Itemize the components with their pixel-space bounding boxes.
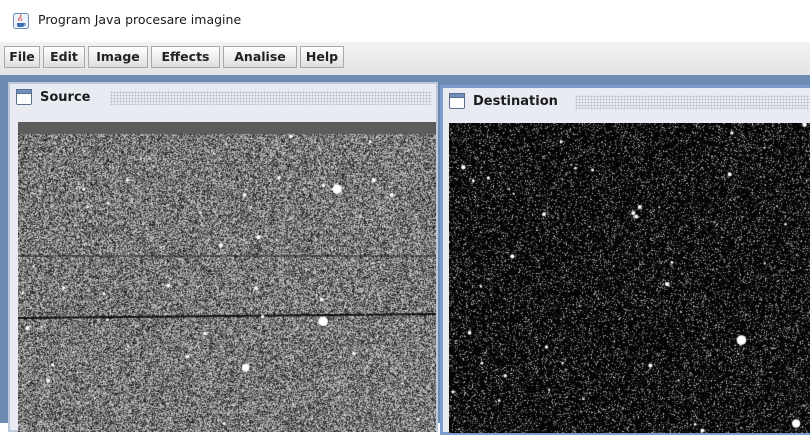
destination-frame-title: Destination — [473, 94, 564, 109]
source-title-grip[interactable] — [110, 91, 432, 105]
window-icon — [449, 93, 465, 109]
destination-image[interactable] — [449, 123, 810, 433]
java-coffee-icon — [13, 13, 29, 29]
source-frame-header[interactable]: Source — [10, 84, 436, 112]
menu-analise[interactable]: Analise — [223, 46, 297, 68]
window-title: Program Java procesare imagine — [38, 12, 242, 27]
source-image[interactable] — [18, 122, 436, 432]
destination-title-grip[interactable] — [575, 95, 810, 109]
menu-file[interactable]: File — [4, 46, 40, 68]
source-frame-title: Source — [40, 90, 97, 105]
destination-frame-header[interactable]: Destination — [443, 88, 810, 116]
menu-help[interactable]: Help — [300, 46, 344, 68]
source-frame[interactable]: Source — [8, 82, 438, 432]
menu-edit[interactable]: Edit — [43, 46, 85, 68]
menu-effects[interactable]: Effects — [151, 46, 220, 68]
window-titlebar: Program Java procesare imagine — [0, 0, 810, 42]
menu-bar: File Edit Image Effects Analise Help — [0, 42, 810, 75]
destination-frame[interactable]: Destination — [440, 85, 810, 435]
window-icon — [16, 89, 32, 105]
menu-image[interactable]: Image — [88, 46, 148, 68]
